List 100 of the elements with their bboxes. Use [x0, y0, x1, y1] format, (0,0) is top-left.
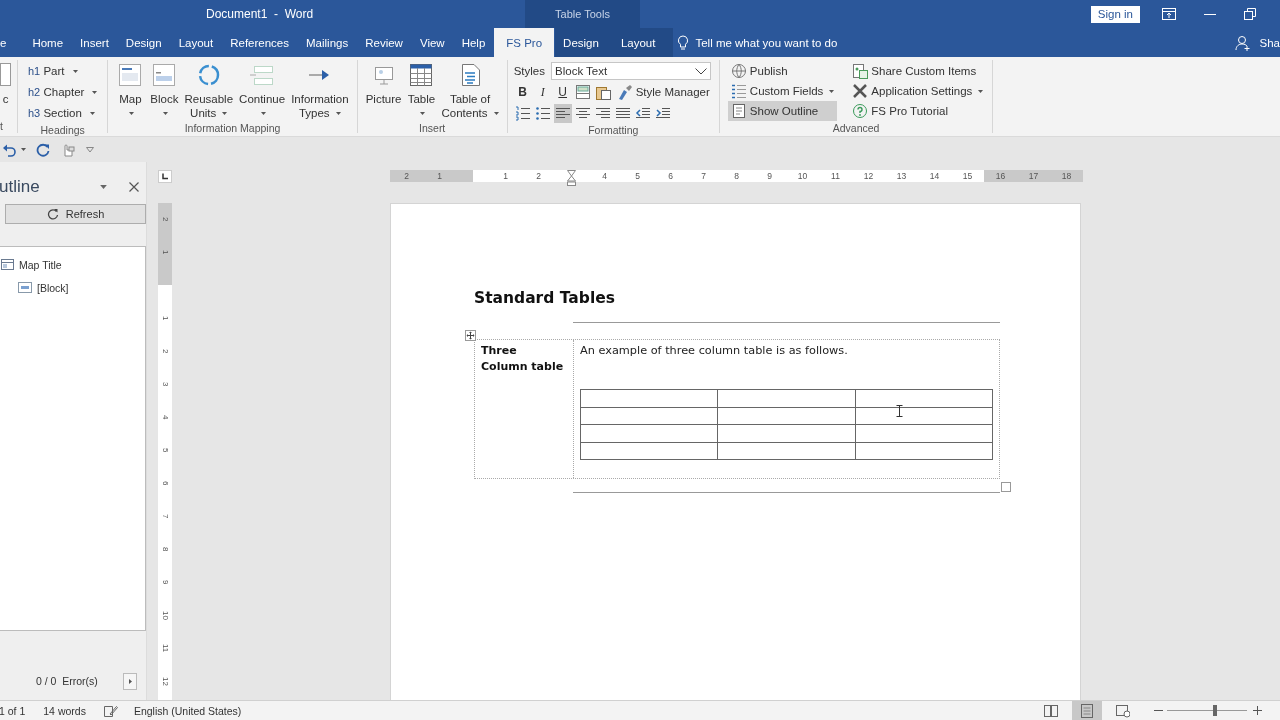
- style-dropdown[interactable]: Block Text: [551, 62, 711, 80]
- ribbon-tab[interactable]: FS Pro: [494, 28, 555, 57]
- ruler-number: 3: [159, 380, 171, 389]
- ribbon-tab[interactable]: References: [222, 28, 297, 57]
- ribbon-button[interactable]: Custom Fields: [727, 81, 838, 101]
- ribbon-button[interactable]: Picture: [363, 60, 404, 107]
- ribbon-tab[interactable]: Mailings: [298, 28, 357, 57]
- caret-icon: [21, 148, 26, 151]
- ruler-number: 1: [159, 248, 171, 257]
- ribbon-tab[interactable]: e: [0, 28, 24, 57]
- restore-icon[interactable]: [1244, 8, 1256, 20]
- refresh-button[interactable]: Refresh: [5, 204, 146, 224]
- undo-icon: [2, 142, 16, 157]
- slider-thumb[interactable]: [1213, 705, 1217, 716]
- heading-style-button[interactable]: h2 Chapter: [24, 82, 102, 102]
- ribbon-tab[interactable]: Review: [357, 28, 411, 57]
- ribbon-tab[interactable]: View: [411, 28, 453, 57]
- ribbon-button[interactable]: Table of Contents: [439, 60, 501, 121]
- caret-icon: [89, 111, 95, 115]
- table-cell[interactable]: [855, 424, 993, 442]
- zoom-in-icon[interactable]: [1253, 706, 1262, 715]
- group-label: Insert: [418, 121, 447, 135]
- table-cell[interactable]: [855, 389, 993, 407]
- refresh-icon[interactable]: [36, 142, 50, 157]
- table-cell[interactable]: [855, 407, 993, 425]
- ruler-number: 18: [1060, 170, 1073, 182]
- ribbon-tab[interactable]: Help: [453, 28, 494, 57]
- move-handle-icon[interactable]: [465, 330, 476, 341]
- indent-marker-icon[interactable]: [567, 170, 576, 186]
- ribbon-tab[interactable]: Layout: [170, 28, 222, 57]
- tab-selector-icon[interactable]: [158, 170, 172, 183]
- customize-caret-icon[interactable]: [86, 146, 94, 153]
- tree-item[interactable]: [Block]: [37, 281, 69, 294]
- numbered-list-icon: [514, 105, 531, 121]
- ribbon-button[interactable]: Publish: [727, 61, 838, 81]
- ribbon-button[interactable]: Information Types: [289, 60, 351, 121]
- ruler-number: 2: [159, 216, 171, 224]
- table-cell[interactable]: [855, 442, 993, 460]
- ruler-number: 13: [895, 170, 908, 182]
- format-button[interactable]: [513, 103, 532, 123]
- caret-icon[interactable]: [100, 185, 107, 189]
- ribbon-tab[interactable]: Layout: [612, 28, 674, 57]
- undo-button[interactable]: [2, 142, 26, 157]
- ribbon-button[interactable]: Table: [405, 60, 438, 121]
- tools-icon: [852, 83, 869, 99]
- tell-me-field[interactable]: Tell me what you want to do: [695, 28, 838, 57]
- ribbon-button[interactable]: Application Settings: [849, 81, 987, 101]
- table-cell[interactable]: [717, 442, 856, 460]
- ribbon-tab[interactable]: Insert: [72, 28, 117, 57]
- proofing-icon[interactable]: [103, 704, 118, 717]
- ribbon-tab[interactable]: Design: [555, 28, 613, 57]
- table-cell[interactable]: [580, 407, 718, 425]
- ruler-number: 7: [700, 170, 707, 182]
- document-icon: [730, 103, 747, 119]
- block-icon: [18, 282, 32, 293]
- read-mode-icon: [1044, 703, 1058, 718]
- sign-in-button[interactable]: Sign in: [1090, 5, 1140, 23]
- ribbon-display-icon[interactable]: [1162, 8, 1176, 20]
- caret-icon: [163, 112, 169, 116]
- ribbon-button[interactable]: Share Custom Items: [849, 61, 987, 81]
- format-button[interactable]: [573, 82, 592, 102]
- ribbon-button[interactable]: Continue: [237, 60, 288, 121]
- close-icon[interactable]: [129, 182, 139, 192]
- ribbon-button[interactable]: Block: [148, 60, 181, 121]
- view-button[interactable]: [1072, 701, 1102, 720]
- table-cell[interactable]: [580, 442, 718, 460]
- resize-handle[interactable]: [1001, 482, 1011, 492]
- list-icon: [730, 83, 747, 99]
- ribbon-button[interactable]: Show Outline: [727, 101, 838, 121]
- tree-item[interactable]: Map Title: [19, 258, 62, 271]
- format-button[interactable]: I: [533, 82, 552, 102]
- ruler-number: 4: [601, 170, 608, 182]
- caret-icon: [493, 112, 499, 116]
- table-cell[interactable]: [717, 407, 856, 425]
- ribbon-tab[interactable]: Home: [24, 28, 72, 57]
- caret-icon: [72, 69, 78, 73]
- caret-icon: [829, 89, 835, 93]
- ribbon-button[interactable]: Map: [114, 60, 147, 121]
- ribbon-button[interactable]: c: [0, 60, 11, 107]
- table-cell[interactable]: [580, 389, 718, 407]
- ribbon-button[interactable]: Reusable Units: [182, 60, 236, 121]
- table-cell[interactable]: [717, 389, 856, 407]
- heading-style-button[interactable]: h3 Section: [24, 103, 99, 123]
- ribbon-tab[interactable]: Design: [117, 28, 170, 57]
- globe-icon: [730, 63, 747, 79]
- format-button[interactable]: U: [553, 82, 572, 102]
- share-items-icon: [852, 63, 869, 79]
- heading-style-button[interactable]: h1 Part: [24, 61, 82, 81]
- styles-label: Styles: [513, 65, 545, 77]
- person-add-icon: [1234, 34, 1251, 51]
- table-cell[interactable]: [580, 424, 718, 442]
- format-button[interactable]: [553, 103, 572, 123]
- ruler-number: 6: [159, 479, 171, 488]
- word-count: 14 words: [43, 704, 86, 717]
- format-button[interactable]: Style Manager: [613, 82, 713, 102]
- table-cell[interactable]: [717, 424, 856, 442]
- ribbon-button[interactable]: FS Pro Tutorial: [849, 101, 987, 121]
- ruler-number: 9: [766, 170, 773, 182]
- format-button[interactable]: B: [513, 82, 532, 102]
- share-button[interactable]: Sha: [1256, 28, 1280, 57]
